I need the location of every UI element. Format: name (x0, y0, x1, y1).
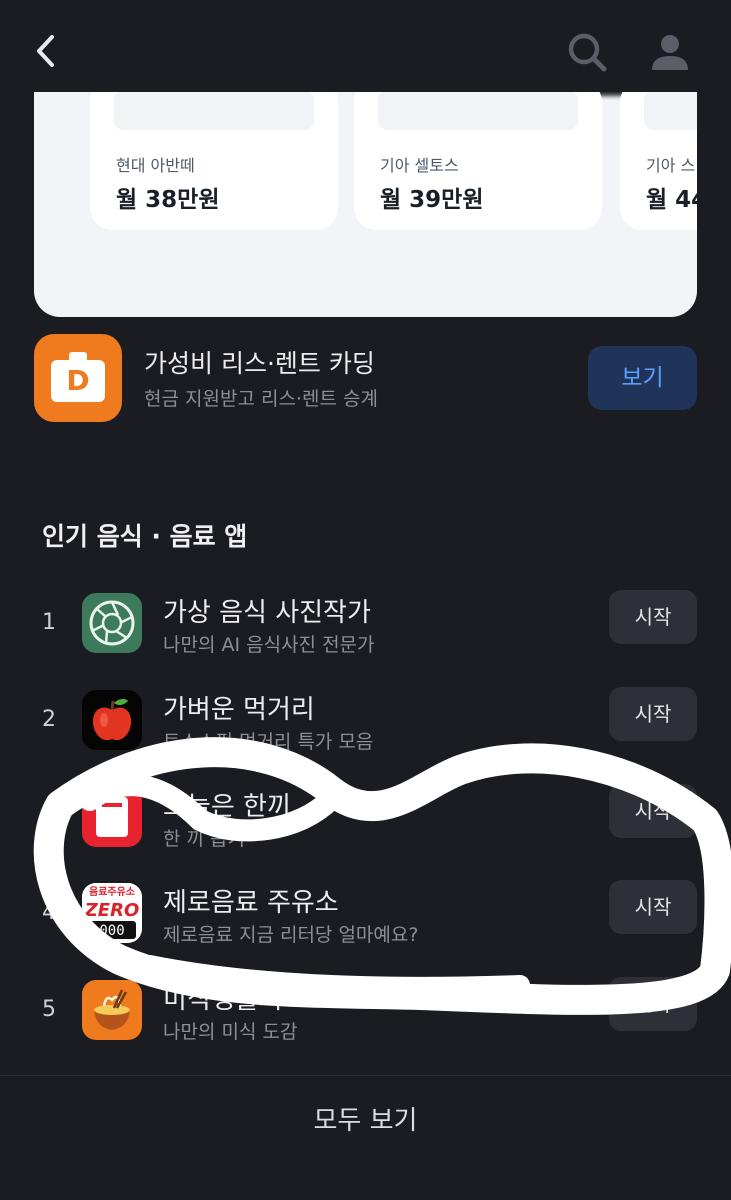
start-button[interactable]: 시작 (609, 880, 697, 934)
list-item[interactable]: 3 오늘은 한끼 한 끼 뽑기 시작 (0, 784, 731, 854)
start-button[interactable]: 시작 (609, 784, 697, 838)
icon-top-text: 음료주유소 (89, 886, 135, 898)
app-name: 오늘은 한끼 (163, 792, 291, 822)
icon-logo-text: ZERO (84, 900, 140, 921)
car-price: 월 38만원 (116, 187, 220, 213)
app-subtitle: 토스쇼핑 먹거리 특가 모음 (163, 731, 374, 753)
start-button[interactable]: 시작 (609, 977, 697, 1031)
car-name: 기아 스 (646, 156, 696, 175)
section-title: 인기 음식 · 음료 앱 (42, 522, 248, 551)
car-card[interactable]: 기아 스 월 44 (620, 80, 697, 230)
rank-number: 2 (42, 707, 56, 732)
rank-number: 4 (42, 900, 56, 925)
car-price: 월 44 (646, 187, 697, 213)
car-card[interactable]: 기아 셀토스 월 39만원 (354, 80, 602, 230)
chevron-left-icon (37, 35, 54, 67)
apple-icon (82, 690, 142, 750)
divider (0, 1075, 731, 1076)
rank-number: 5 (42, 997, 56, 1022)
app-name: 미식생활지 (163, 985, 283, 1015)
car-image (644, 90, 697, 130)
list-item[interactable]: 1 가상 음식 사진작가 나만의 AI 음식사진 전문가 시작 (0, 590, 731, 660)
car-image (378, 90, 578, 130)
noodle-bowl-icon (82, 980, 142, 1040)
promo-icon-letter: D (66, 364, 90, 397)
list-item[interactable]: 2 가벼운 먹거리 토스쇼핑 먹거리 특가 모음 시작 (0, 687, 731, 757)
zero-drink-icon: 음료주유소 ZERO 000 (82, 883, 142, 943)
view-all-button[interactable]: 모두 보기 (0, 1100, 731, 1137)
app-subtitle: 한 끼 뽑기 (163, 828, 245, 850)
list-item[interactable]: 5 미식생활지 나만의 미식 도감 시작 (0, 977, 731, 1047)
app-subtitle: 나만의 미식 도감 (163, 1021, 298, 1043)
app-name: 가벼운 먹거리 (163, 695, 315, 725)
user-icon (652, 35, 688, 70)
camera-aperture-icon (82, 593, 142, 653)
profile-button[interactable] (648, 30, 692, 74)
rank-number: 1 (42, 610, 56, 635)
start-button[interactable]: 시작 (609, 687, 697, 741)
car-card[interactable]: 현대 아반떼 월 38만원 (90, 80, 338, 230)
start-button[interactable]: 시작 (609, 590, 697, 644)
folder-d-icon: D (34, 334, 122, 422)
promo-subtitle: 현금 지원받고 리스·렌트 승계 (144, 388, 378, 410)
top-bar (0, 0, 731, 92)
search-button[interactable] (565, 30, 609, 74)
view-button[interactable]: 보기 (588, 346, 697, 410)
car-image (114, 90, 314, 130)
app-name: 가상 음식 사진작가 (163, 598, 371, 628)
app-subtitle: 나만의 AI 음식사진 전문가 (163, 634, 375, 656)
car-name: 기아 셀토스 (380, 156, 459, 175)
meal-ticket-icon (82, 787, 142, 847)
promo-title: 가성비 리스·렌트 카딩 (144, 349, 375, 378)
app-subtitle: 제로음료 지금 리터당 얼마예요? (163, 924, 419, 946)
app-name: 제로음료 주유소 (163, 888, 339, 918)
back-button[interactable] (30, 30, 64, 72)
car-name: 현대 아반떼 (116, 156, 195, 175)
icon-counter-text: 000 (99, 923, 124, 939)
car-lease-banner[interactable]: 현대 아반떼 월 38만원 기아 셀토스 월 39만원 기아 스 월 44 (34, 60, 697, 317)
rank-number: 3 (42, 804, 56, 829)
search-icon (568, 33, 607, 72)
promo-row[interactable]: D 가성비 리스·렌트 카딩 현금 지원받고 리스·렌트 승계 보기 (34, 334, 697, 422)
list-item[interactable]: 4 음료주유소 ZERO 000 제로음료 주유소 제로음료 지금 리터당 얼마… (0, 880, 731, 950)
car-price: 월 39만원 (380, 187, 484, 213)
